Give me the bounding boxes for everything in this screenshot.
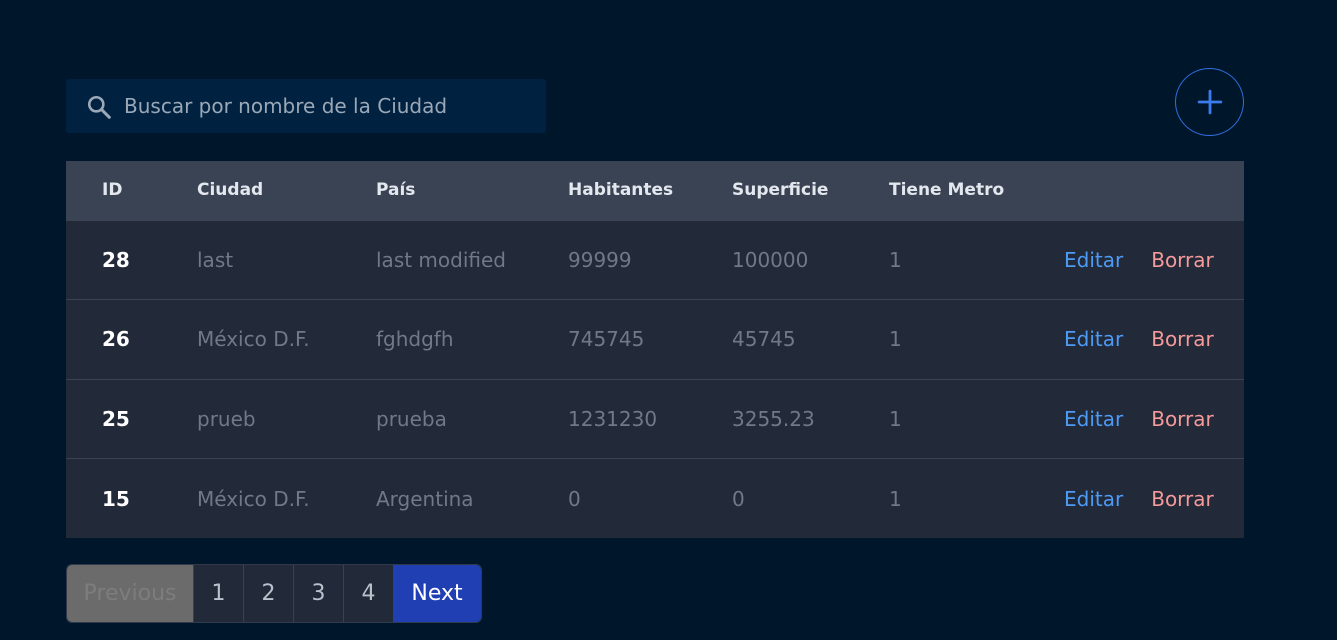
cities-table: ID Ciudad País Habitantes Superficie Tie… — [66, 161, 1244, 538]
page-3-button[interactable]: 3 — [293, 565, 343, 622]
page-1-button[interactable]: 1 — [193, 565, 243, 622]
edit-button[interactable]: Editar — [1064, 248, 1123, 272]
cell-habitantes: 0 — [568, 486, 581, 511]
header-ciudad: Ciudad — [197, 180, 264, 201]
search-icon — [87, 95, 111, 119]
edit-button[interactable]: Editar — [1064, 327, 1123, 351]
cell-metro: 1 — [889, 406, 902, 431]
search-bar — [66, 79, 546, 133]
cell-ciudad: México D.F. — [197, 486, 310, 511]
delete-button[interactable]: Borrar — [1151, 327, 1214, 351]
cell-pais: prueba — [376, 406, 447, 431]
table-row: 25 prueb prueba 1231230 3255.23 1 Editar… — [66, 379, 1244, 459]
cell-habitantes: 99999 — [568, 247, 632, 272]
table-row: 26 México D.F. fghdgfh 745745 45745 1 Ed… — [66, 299, 1244, 380]
previous-button[interactable]: Previous — [67, 565, 193, 622]
delete-button[interactable]: Borrar — [1151, 487, 1214, 511]
table-header-row: ID Ciudad País Habitantes Superficie Tie… — [66, 161, 1244, 220]
cell-ciudad: México D.F. — [197, 327, 310, 352]
add-city-button[interactable] — [1175, 68, 1244, 136]
header-actions — [1064, 161, 1244, 220]
cell-habitantes: 1231230 — [568, 406, 658, 431]
cell-pais: last modified — [376, 247, 506, 272]
header-habitantes: Habitantes — [568, 180, 674, 201]
header-superficie: Superficie — [732, 180, 829, 201]
cell-ciudad: last — [197, 247, 234, 272]
delete-button[interactable]: Borrar — [1151, 407, 1214, 431]
cell-ciudad: prueb — [197, 406, 256, 431]
table-row: 28 last last modified 99999 100000 1 Edi… — [66, 220, 1244, 300]
table-row: 15 México D.F. Argentina 0 0 1 Editar Bor… — [66, 458, 1244, 539]
cell-metro: 1 — [889, 247, 902, 272]
search-input[interactable] — [124, 79, 534, 133]
page-4-button[interactable]: 4 — [343, 565, 393, 622]
header-tiene-metro: Tiene Metro — [889, 180, 1005, 201]
cell-actions: Editar Borrar — [1064, 300, 1244, 380]
cell-superficie: 0 — [732, 486, 745, 511]
cell-pais: Argentina — [376, 486, 474, 511]
header-id: ID — [102, 180, 123, 201]
cell-id: 26 — [102, 327, 130, 352]
cell-metro: 1 — [889, 486, 902, 511]
cell-superficie: 45745 — [732, 327, 796, 352]
pagination: Previous 1 2 3 4 Next — [66, 564, 482, 623]
edit-button[interactable]: Editar — [1064, 407, 1123, 431]
cell-actions: Editar Borrar — [1064, 220, 1244, 300]
header-pais: País — [376, 180, 416, 201]
edit-button[interactable]: Editar — [1064, 487, 1123, 511]
cell-superficie: 3255.23 — [732, 406, 815, 431]
cell-id: 28 — [102, 247, 130, 272]
next-button[interactable]: Next — [393, 565, 481, 622]
cell-metro: 1 — [889, 327, 902, 352]
page-2-button[interactable]: 2 — [243, 565, 293, 622]
cell-id: 25 — [102, 406, 130, 431]
cell-superficie: 100000 — [732, 247, 809, 272]
cell-pais: fghdgfh — [376, 327, 454, 352]
cell-id: 15 — [102, 486, 130, 511]
cell-actions: Editar Borrar — [1064, 459, 1244, 539]
cell-actions: Editar Borrar — [1064, 379, 1244, 459]
plus-icon — [1197, 89, 1222, 115]
delete-button[interactable]: Borrar — [1151, 248, 1214, 272]
cell-habitantes: 745745 — [568, 327, 645, 352]
